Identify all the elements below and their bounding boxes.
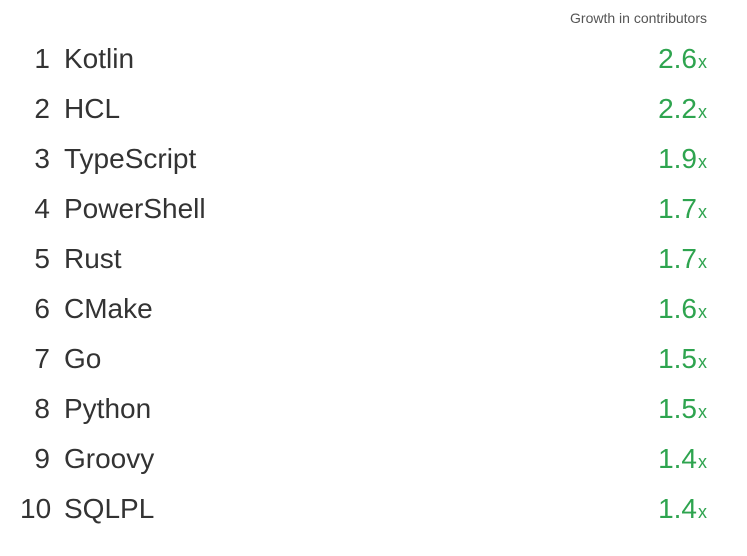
growth-cell: 1.5x	[658, 393, 707, 425]
growth-value: 1.5	[658, 343, 697, 375]
growth-value: 1.6	[658, 293, 697, 325]
growth-cell: 1.7x	[658, 193, 707, 225]
table-row: 1 Kotlin 2.6x	[20, 34, 707, 84]
table-row: 10 SQLPL 1.4x	[20, 484, 707, 534]
growth-value: 1.5	[658, 393, 697, 425]
growth-cell: 1.5x	[658, 343, 707, 375]
rank-cell: 5	[20, 243, 64, 275]
growth-suffix: x	[698, 502, 707, 523]
language-growth-table: Growth in contributors 1 Kotlin 2.6x 2 H…	[0, 0, 747, 554]
growth-value: 1.4	[658, 443, 697, 475]
table-row: 5 Rust 1.7x	[20, 234, 707, 284]
language-cell: PowerShell	[64, 193, 658, 225]
growth-value: 1.4	[658, 493, 697, 525]
growth-value: 1.9	[658, 143, 697, 175]
growth-cell: 1.4x	[658, 443, 707, 475]
growth-suffix: x	[698, 452, 707, 473]
growth-value: 2.6	[658, 43, 697, 75]
language-cell: TypeScript	[64, 143, 658, 175]
growth-suffix: x	[698, 302, 707, 323]
rank-cell: 6	[20, 293, 64, 325]
table-row: 9 Groovy 1.4x	[20, 434, 707, 484]
rank-cell: 3	[20, 143, 64, 175]
growth-suffix: x	[698, 102, 707, 123]
column-header-growth: Growth in contributors	[20, 10, 707, 34]
growth-cell: 1.7x	[658, 243, 707, 275]
growth-cell: 2.2x	[658, 93, 707, 125]
language-cell: CMake	[64, 293, 658, 325]
rank-cell: 8	[20, 393, 64, 425]
growth-cell: 1.4x	[658, 493, 707, 525]
growth-value: 1.7	[658, 243, 697, 275]
table-row: 6 CMake 1.6x	[20, 284, 707, 334]
language-cell: SQLPL	[64, 493, 658, 525]
language-cell: Groovy	[64, 443, 658, 475]
table-row: 8 Python 1.5x	[20, 384, 707, 434]
growth-suffix: x	[698, 152, 707, 173]
table-row: 7 Go 1.5x	[20, 334, 707, 384]
table-row: 3 TypeScript 1.9x	[20, 134, 707, 184]
growth-cell: 2.6x	[658, 43, 707, 75]
rank-cell: 10	[20, 493, 64, 525]
language-cell: Python	[64, 393, 658, 425]
language-cell: Kotlin	[64, 43, 658, 75]
growth-cell: 1.9x	[658, 143, 707, 175]
growth-value: 2.2	[658, 93, 697, 125]
language-cell: Rust	[64, 243, 658, 275]
growth-suffix: x	[698, 202, 707, 223]
language-cell: HCL	[64, 93, 658, 125]
table-row: 2 HCL 2.2x	[20, 84, 707, 134]
rank-cell: 2	[20, 93, 64, 125]
rank-cell: 4	[20, 193, 64, 225]
table-body: 1 Kotlin 2.6x 2 HCL 2.2x 3 TypeScript 1.…	[20, 34, 707, 534]
growth-suffix: x	[698, 52, 707, 73]
growth-cell: 1.6x	[658, 293, 707, 325]
growth-suffix: x	[698, 252, 707, 273]
table-row: 4 PowerShell 1.7x	[20, 184, 707, 234]
rank-cell: 9	[20, 443, 64, 475]
rank-cell: 1	[20, 43, 64, 75]
growth-suffix: x	[698, 402, 707, 423]
growth-value: 1.7	[658, 193, 697, 225]
growth-suffix: x	[698, 352, 707, 373]
language-cell: Go	[64, 343, 658, 375]
rank-cell: 7	[20, 343, 64, 375]
